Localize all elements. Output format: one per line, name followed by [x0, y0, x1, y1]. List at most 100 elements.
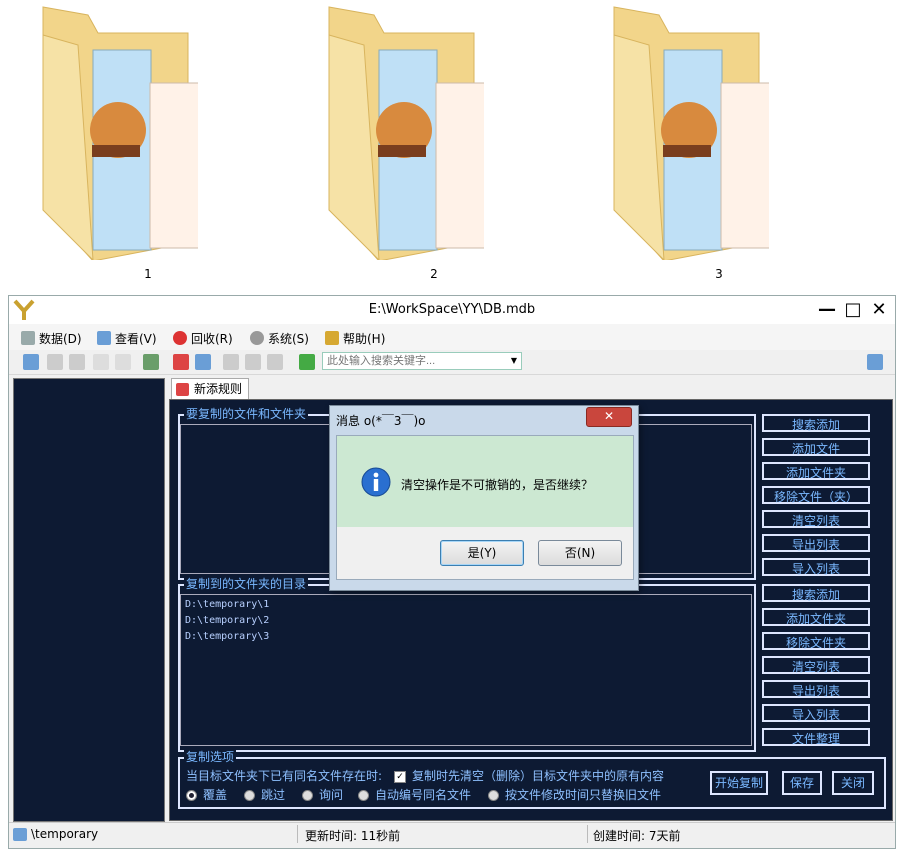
start-copy-button[interactable]: 开始复制: [710, 771, 768, 795]
maximize-button[interactable]: □: [841, 299, 865, 321]
recycle-icon: [173, 331, 187, 345]
desktop-folder-3[interactable]: 3: [609, 5, 769, 281]
status-bar: \temporary 更新时间: 11秒前 创建时间: 7天前: [9, 822, 895, 847]
delete-icon[interactable]: [47, 354, 63, 370]
remove-item-button[interactable]: 移除文件（夹）: [762, 486, 870, 504]
add-folder-button[interactable]: 添加文件夹: [762, 608, 870, 626]
remove-folder-button[interactable]: 移除文件夹: [762, 632, 870, 650]
conflict-label: 当目标文件夹下已有同名文件存在时:: [186, 769, 383, 783]
dialog-title: 消息 o(*￣3￣)o: [336, 414, 426, 428]
list-icon[interactable]: [69, 354, 85, 370]
radio-replace-older[interactable]: 按文件修改时间只替换旧文件: [488, 786, 661, 803]
export-list-button[interactable]: 导出列表: [762, 680, 870, 698]
organize-files-button[interactable]: 文件整理: [762, 728, 870, 746]
close-button[interactable]: ✕: [867, 299, 891, 321]
radio-icon: [244, 790, 255, 801]
tab-bar: 新添规则: [169, 378, 889, 400]
grid-view-icon: [97, 331, 111, 345]
export-list-button[interactable]: 导出列表: [762, 534, 870, 552]
folder-icon: [613, 6, 769, 260]
menu-system[interactable]: 系统(S): [250, 329, 309, 347]
close-rule-button[interactable]: 关闭: [832, 771, 874, 795]
radio-ask[interactable]: 询问: [302, 786, 343, 803]
desktop-folder-2[interactable]: 2: [324, 5, 484, 281]
help-icon: [325, 331, 339, 345]
expand-icon[interactable]: [299, 354, 315, 370]
status-updated: 更新时间: 11秒前: [305, 829, 401, 843]
copy-icon[interactable]: [245, 354, 261, 370]
menu-label: 查看(V): [115, 331, 157, 346]
layout-icon[interactable]: [867, 354, 883, 370]
clear-list-button[interactable]: 清空列表: [762, 510, 870, 528]
status-path: \temporary: [31, 827, 99, 841]
search-input[interactable]: [322, 352, 522, 370]
tab-new-rule[interactable]: 新添规则: [171, 378, 250, 400]
clear-first-checkbox[interactable]: ✓ 复制时先清空（删除）目标文件夹中的原有内容: [394, 767, 664, 784]
toolbar: ▼: [9, 350, 895, 375]
target-group-title: 复制到的文件夹的目录: [184, 577, 309, 591]
source-group-title: 要复制的文件和文件夹: [184, 407, 309, 421]
menu-label: 回收(R): [191, 331, 233, 346]
status-created: 创建时间: 7天前: [593, 829, 681, 843]
add-file-button[interactable]: 添加文件: [762, 438, 870, 456]
dialog-close-button[interactable]: ✕: [586, 407, 632, 427]
menu-bar: 数据(D) 查看(V) 回收(R) 系统(S) 帮助(H): [9, 324, 895, 350]
minimize-button[interactable]: —: [815, 299, 839, 321]
status-separator: [297, 825, 298, 843]
arrow-down-icon[interactable]: [115, 354, 131, 370]
radio-skip[interactable]: 跳过: [244, 786, 285, 803]
title-bar[interactable]: E:\WorkSpace\YY\DB.mdb — □ ✕: [9, 296, 895, 324]
no-button[interactable]: 否(N): [538, 540, 622, 566]
menu-help[interactable]: 帮助(H): [325, 329, 385, 347]
cut-icon[interactable]: [223, 354, 239, 370]
new-rule-icon[interactable]: [23, 354, 39, 370]
menu-view[interactable]: 查看(V): [97, 329, 157, 347]
yes-button[interactable]: 是(Y): [440, 540, 524, 566]
desktop-folder-1[interactable]: 1: [38, 5, 198, 281]
import-list-button[interactable]: 导入列表: [762, 704, 870, 722]
radio-label: 询问: [319, 788, 344, 802]
search-add-button[interactable]: 搜索添加: [762, 414, 870, 432]
rule-list-panel[interactable]: [13, 378, 165, 822]
rule-icon: [176, 383, 189, 396]
list-item[interactable]: D:\temporary\1: [185, 599, 269, 610]
clear-list-button[interactable]: 清空列表: [762, 656, 870, 674]
import-icon[interactable]: [143, 354, 159, 370]
copy-rule-icon[interactable]: [173, 354, 189, 370]
list-item[interactable]: D:\temporary\2: [185, 615, 269, 626]
options-group-title: 复制选项: [184, 750, 237, 764]
folder-label: 3: [715, 267, 723, 281]
confirm-dialog: 消息 o(*￣3￣)o ✕ 清空操作是不可撤销的，是否继续？ 是(Y) 否(N): [329, 405, 639, 591]
radio-label: 跳过: [261, 788, 286, 802]
radio-label: 覆盖: [203, 788, 228, 802]
radio-overwrite[interactable]: 覆盖: [186, 786, 227, 803]
dialog-body: 清空操作是不可撤销的，是否继续？: [336, 435, 634, 529]
chevron-down-icon[interactable]: ▼: [508, 353, 520, 369]
add-folder-button[interactable]: 添加文件夹: [762, 462, 870, 480]
menu-data[interactable]: 数据(D): [21, 329, 82, 347]
paste-rule-icon[interactable]: [195, 354, 211, 370]
window-title: E:\WorkSpace\YY\DB.mdb: [368, 302, 536, 317]
checkmark-icon: ✓: [394, 770, 406, 783]
clear-first-label: 复制时先清空（删除）目标文件夹中的原有内容: [412, 769, 665, 783]
menu-recycle[interactable]: 回收(R): [173, 329, 233, 347]
paste-icon[interactable]: [267, 354, 283, 370]
import-list-button[interactable]: 导入列表: [762, 558, 870, 576]
target-list[interactable]: D:\temporary\1 D:\temporary\2 D:\tempora…: [180, 594, 752, 746]
folder-icon: [42, 6, 198, 260]
search-add-button[interactable]: 搜索添加: [762, 584, 870, 602]
radio-label: 按文件修改时间只替换旧文件: [505, 788, 662, 802]
menu-label: 系统(S): [268, 331, 309, 346]
list-item[interactable]: D:\temporary\3: [185, 631, 269, 642]
radio-icon: [302, 790, 313, 801]
status-separator: [587, 825, 588, 843]
menu-label: 数据(D): [39, 331, 82, 346]
dialog-message: 清空操作是不可撤销的，是否继续？: [401, 478, 594, 492]
arrow-up-icon[interactable]: [93, 354, 109, 370]
dialog-footer: 是(Y) 否(N): [336, 527, 634, 580]
tab-label: 新添规则: [194, 382, 243, 396]
radio-auto-number[interactable]: 自动编号同名文件: [358, 786, 471, 803]
database-icon: [21, 331, 35, 345]
menu-label: 帮助(H): [343, 331, 386, 346]
save-button[interactable]: 保存: [782, 771, 822, 795]
